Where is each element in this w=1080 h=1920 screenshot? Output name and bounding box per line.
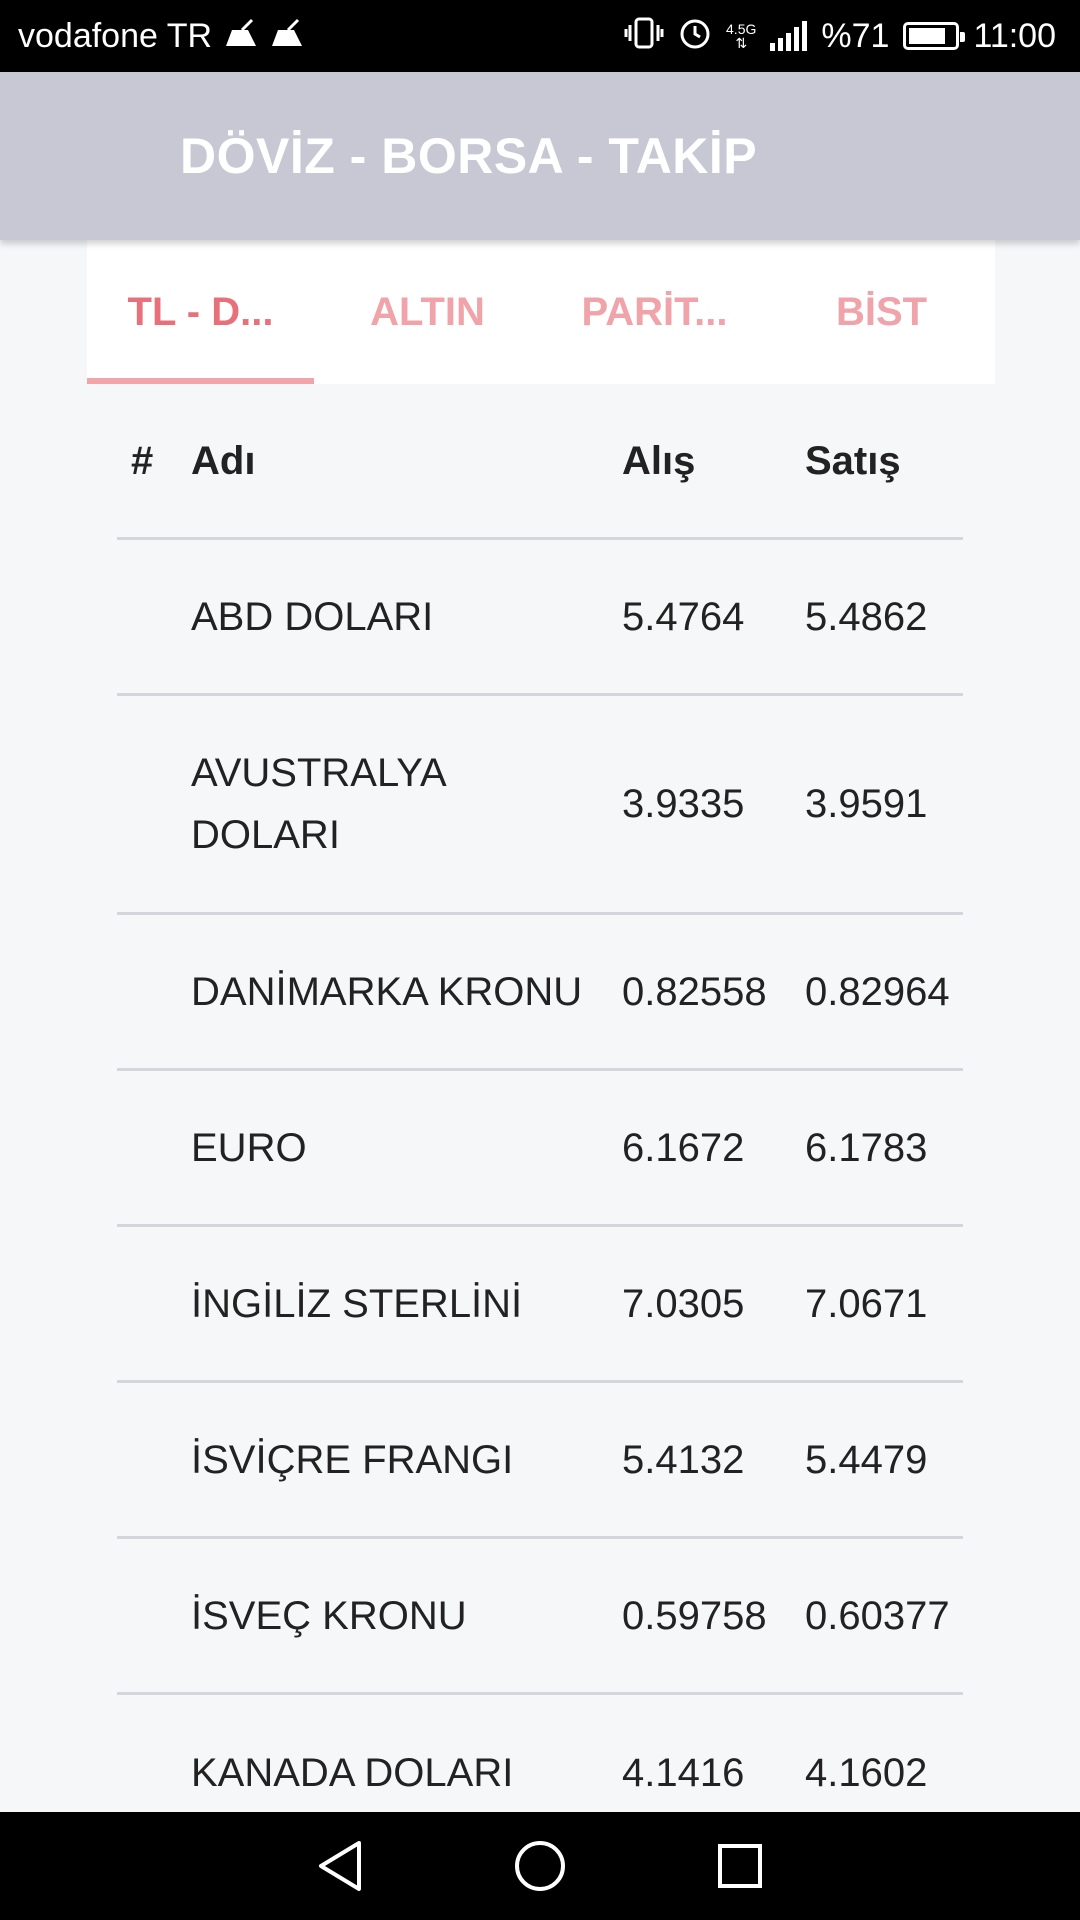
table-row[interactable]: AVUSTRALYA DOLARI 3.9335 3.9591 xyxy=(117,696,963,915)
tab-label: TL - D... xyxy=(127,289,274,334)
recents-icon[interactable] xyxy=(710,1836,770,1896)
clock: 11:00 xyxy=(973,16,1056,55)
active-tab-indicator xyxy=(87,378,314,384)
tab-altin[interactable]: ALTIN xyxy=(314,240,541,384)
row-buy: 4.1416 xyxy=(622,1751,745,1795)
status-right: 4.5G ⇅ %71 11:00 xyxy=(624,16,1056,56)
row-sell: 0.60377 xyxy=(805,1593,950,1638)
row-sell: 5.4479 xyxy=(805,1437,928,1482)
battery-percent: %71 xyxy=(821,16,890,55)
home-icon[interactable] xyxy=(510,1836,570,1896)
table-row[interactable]: ABD DOLARI 5.4764 5.4862 xyxy=(117,540,963,696)
signal-icon xyxy=(770,21,808,51)
network-type: 4.5G ⇅ xyxy=(726,22,756,50)
navigation-bar xyxy=(0,1812,1080,1920)
carrier-name: vodafone TR xyxy=(18,16,213,55)
currency-table: # Adı Alış Satış ABD DOLARI 5.4764 5.486… xyxy=(117,384,963,1851)
tab-label: ALTIN xyxy=(370,289,485,334)
notification-app-icon xyxy=(224,18,258,54)
table-row[interactable]: İSVİÇRE FRANGI 5.4132 5.4479 xyxy=(117,1383,963,1539)
table-row[interactable]: DANİMARKA KRONU 0.82558 0.82964 xyxy=(117,915,963,1071)
battery-level xyxy=(909,28,945,44)
tab-tl-doviz[interactable]: TL - D... xyxy=(87,240,314,384)
row-sell: 5.4862 xyxy=(805,594,928,639)
network-type-label: 4.5G xyxy=(726,21,757,37)
row-name: KANADA DOLARI xyxy=(191,1751,514,1795)
header-sell: Satış xyxy=(805,438,901,483)
battery-icon xyxy=(903,22,966,50)
row-buy: 3.9335 xyxy=(622,782,745,826)
app-title: DÖVİZ - BORSA - TAKİP xyxy=(180,128,758,184)
alarm-icon xyxy=(678,16,712,56)
row-buy: 5.4132 xyxy=(622,1437,745,1482)
row-sell: 7.0671 xyxy=(805,1281,928,1326)
row-name: AVUSTRALYA DOLARI xyxy=(191,751,445,857)
row-name: ABD DOLARI xyxy=(191,594,434,639)
notification-app-icon xyxy=(270,18,304,54)
app-bar: DÖVİZ - BORSA - TAKİP xyxy=(0,72,1080,240)
header-buy: Alış xyxy=(622,438,696,483)
tab-label: BİST xyxy=(835,289,928,334)
row-buy: 0.82558 xyxy=(622,969,767,1014)
vibrate-icon xyxy=(624,17,664,55)
table-row[interactable]: EURO 6.1672 6.1783 xyxy=(117,1071,963,1227)
screen: vodafone TR 4.5G ⇅ %71 11:00 DÖVİZ - BOR… xyxy=(0,0,1080,1920)
row-sell: 4.1602 xyxy=(805,1751,928,1795)
row-sell: 3.9591 xyxy=(805,782,928,826)
tab-label: PARİT... xyxy=(581,289,728,334)
row-buy: 6.1672 xyxy=(622,1125,745,1170)
tab-parite[interactable]: PARİT... xyxy=(541,240,768,384)
row-buy: 5.4764 xyxy=(622,594,745,639)
row-buy: 0.59758 xyxy=(622,1593,767,1638)
status-left: vodafone TR xyxy=(18,17,304,56)
data-arrows-icon: ⇅ xyxy=(735,35,748,51)
table-header: # Adı Alış Satış xyxy=(117,384,963,540)
row-sell: 0.82964 xyxy=(805,969,950,1014)
status-bar: vodafone TR 4.5G ⇅ %71 11:00 xyxy=(0,0,1080,72)
row-name: EURO xyxy=(191,1125,307,1170)
header-num: # xyxy=(131,438,154,483)
row-name: İNGİLİZ STERLİNİ xyxy=(191,1281,523,1326)
table-row[interactable]: İSVEÇ KRONU 0.59758 0.60377 xyxy=(117,1539,963,1695)
table-row[interactable]: İNGİLİZ STERLİNİ 7.0305 7.0671 xyxy=(117,1227,963,1383)
tab-bist[interactable]: BİST xyxy=(768,240,995,384)
back-icon[interactable] xyxy=(310,1836,370,1896)
header-name: Adı xyxy=(191,438,256,483)
row-buy: 7.0305 xyxy=(622,1281,745,1326)
row-name: İSVİÇRE FRANGI xyxy=(191,1437,514,1482)
tab-bar: TL - D... ALTIN PARİT... BİST xyxy=(87,240,995,384)
row-name: İSVEÇ KRONU xyxy=(191,1593,467,1638)
row-name: DANİMARKA KRONU xyxy=(191,969,583,1014)
row-sell: 6.1783 xyxy=(805,1125,928,1170)
